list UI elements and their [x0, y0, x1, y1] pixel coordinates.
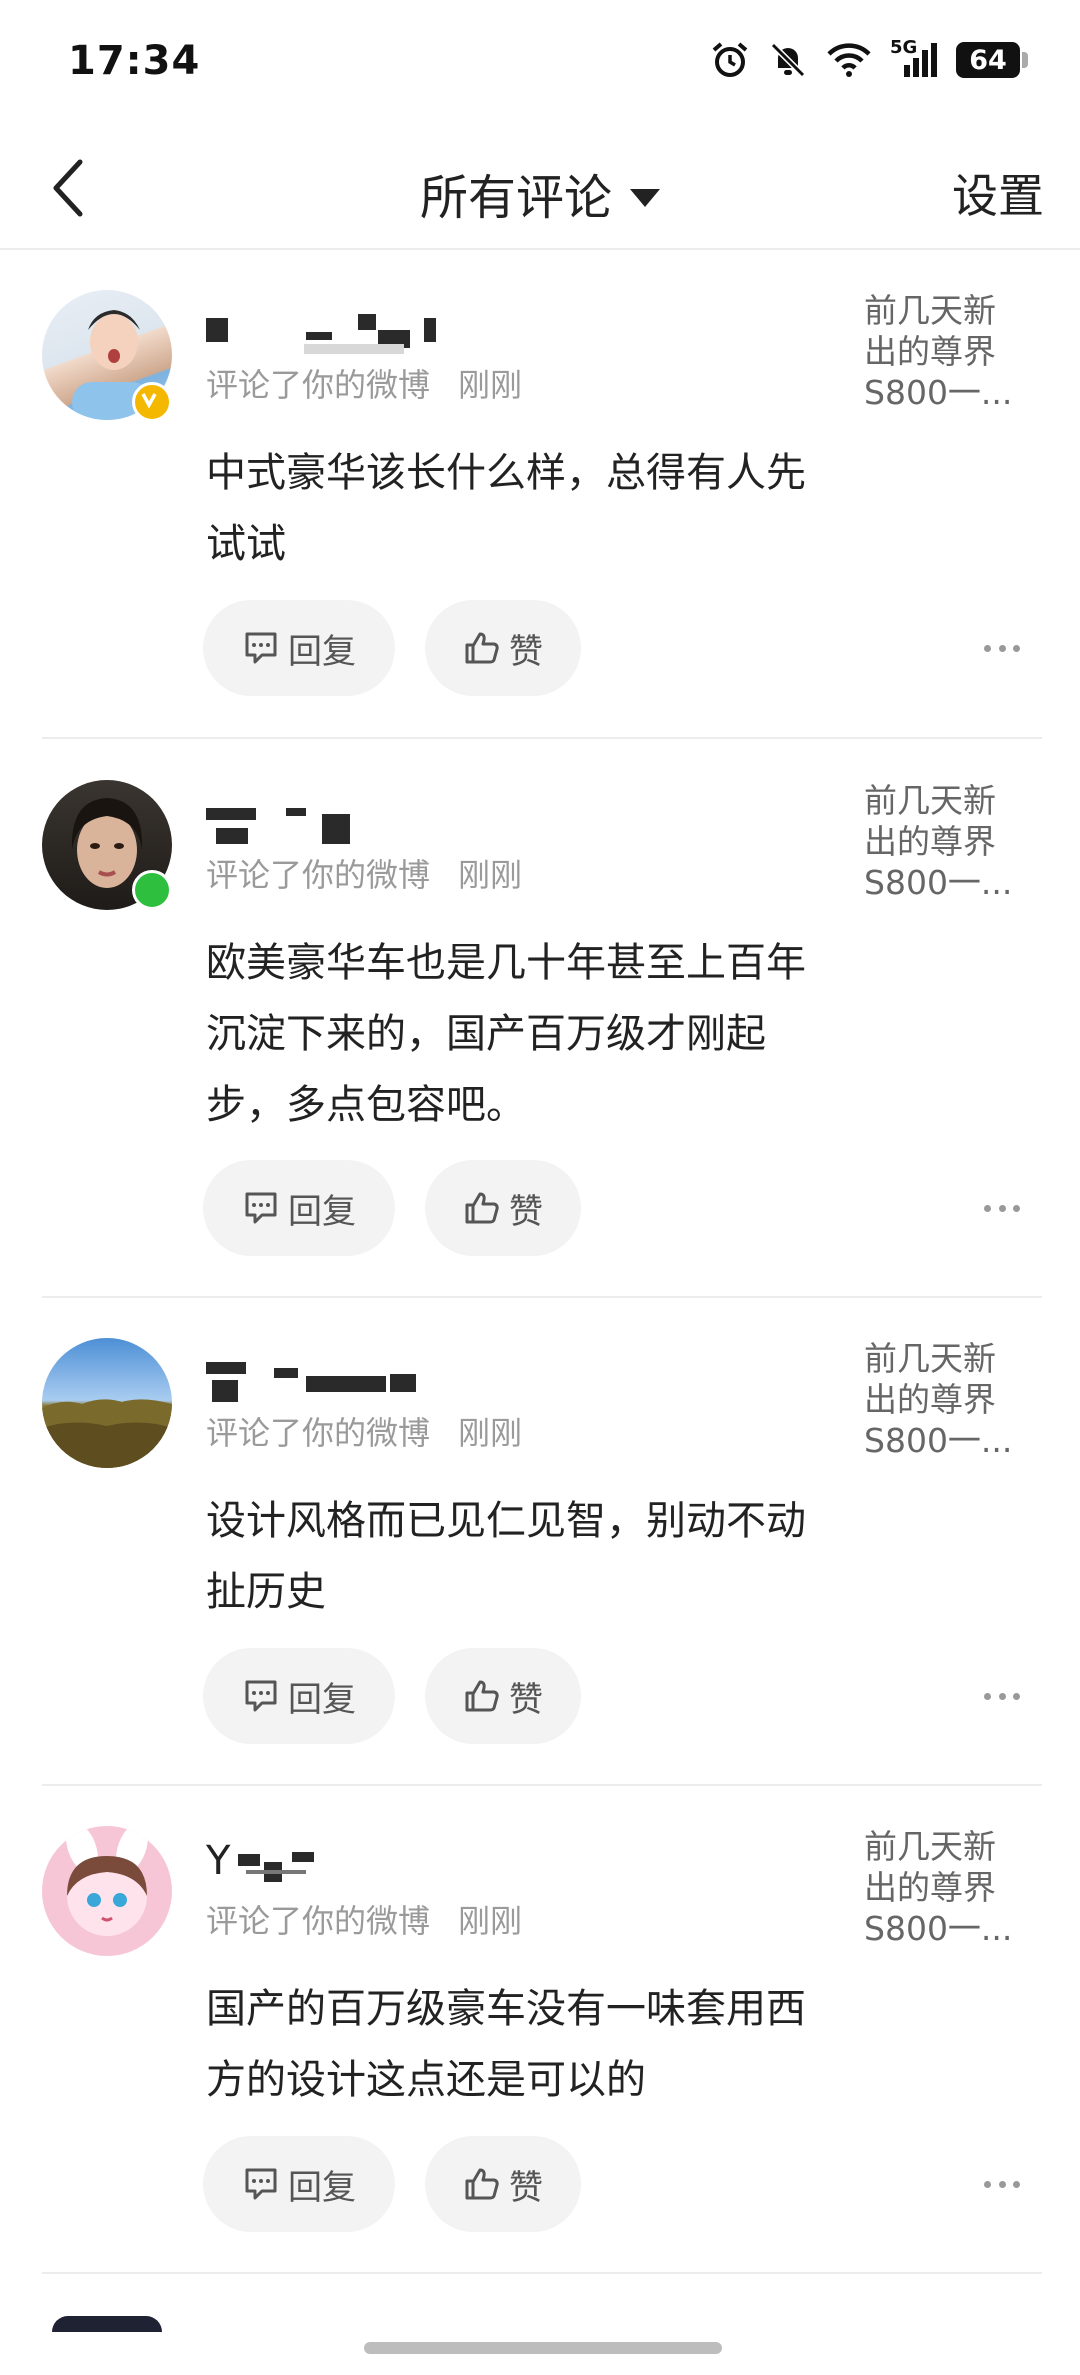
- status-bar: 17:34 5G 64: [0, 0, 1080, 130]
- thumbs-up-icon: [465, 1680, 499, 1712]
- username-text: Y: [206, 1838, 231, 1884]
- reply-label: 回复: [288, 2167, 356, 2208]
- comment-time: 刚刚: [458, 1414, 523, 1452]
- username-redacted[interactable]: [206, 1352, 466, 1402]
- more-options-button[interactable]: [984, 1198, 1020, 1218]
- reply-button[interactable]: 回复: [203, 600, 395, 696]
- comment-filter-dropdown[interactable]: 所有评论: [0, 158, 1080, 228]
- reply-button[interactable]: 回复: [203, 2136, 395, 2232]
- reply-button[interactable]: 回复: [203, 1160, 395, 1256]
- reply-button[interactable]: 回复: [203, 1648, 395, 1744]
- battery-icon: 64: [956, 42, 1028, 78]
- verified-badge-icon: [132, 382, 172, 422]
- more-options-button[interactable]: [984, 2174, 1020, 2194]
- caret-down-icon: [630, 189, 660, 207]
- divider: [42, 1296, 1042, 1298]
- comment-bubble-icon: [245, 1192, 277, 1224]
- divider: [42, 2272, 1042, 2274]
- reply-label: 回复: [288, 1191, 356, 1232]
- post-reference[interactable]: 前几天新出的尊界S800一...: [864, 780, 1024, 903]
- home-indicator[interactable]: [364, 2342, 722, 2354]
- like-button[interactable]: 赞: [425, 1160, 581, 1256]
- avatar[interactable]: [42, 1826, 172, 1956]
- like-button[interactable]: 赞: [425, 1648, 581, 1744]
- alarm-icon: [712, 42, 748, 77]
- comment-action-text: 评论了你的微博: [206, 366, 431, 404]
- like-button[interactable]: 赞: [425, 2136, 581, 2232]
- comment-meta: 评论了你的微博 刚刚: [206, 360, 522, 406]
- post-reference[interactable]: 前几天新出的尊界S800一...: [864, 1338, 1024, 1461]
- online-status-icon: [132, 870, 172, 910]
- like-label: 赞: [509, 1191, 543, 1232]
- settings-button[interactable]: 设置: [952, 160, 1044, 226]
- comment-text: 国产的百万级豪车没有一味套用西方的设计这点还是可以的: [206, 1986, 806, 2103]
- comment-text: 设计风格而已见仁见智，别动不动扯历史: [206, 1498, 806, 1615]
- nav-bar: 所有评论 设置: [0, 130, 1080, 250]
- avatar[interactable]: [52, 2316, 162, 2332]
- comment-action-text: 评论了你的微博: [206, 856, 431, 894]
- comment-bubble-icon: [245, 2168, 277, 2200]
- signal-icon: 5G: [890, 37, 938, 79]
- comment-bubble-icon: [245, 632, 277, 664]
- wifi-icon: [827, 43, 871, 77]
- more-options-button[interactable]: [984, 638, 1020, 658]
- like-label: 赞: [509, 631, 543, 672]
- comment-meta: 评论了你的微博 刚刚: [206, 1896, 522, 1942]
- like-label: 赞: [509, 1679, 543, 1720]
- page-title: 所有评论: [419, 170, 612, 226]
- comment-text: 中式豪华该长什么样，总得有人先试试: [206, 450, 806, 567]
- comment-time: 刚刚: [458, 856, 523, 894]
- username-redacted[interactable]: [206, 794, 466, 844]
- comment-action-text: 评论了你的微博: [206, 1414, 431, 1452]
- comment-meta: 评论了你的微博 刚刚: [206, 850, 522, 896]
- status-time: 17:34: [68, 38, 201, 84]
- more-options-button[interactable]: [984, 1686, 1020, 1706]
- divider: [42, 1784, 1042, 1786]
- avatar[interactable]: [42, 1338, 172, 1468]
- comment-meta: 评论了你的微博 刚刚: [206, 1408, 522, 1454]
- divider: [42, 737, 1042, 739]
- like-button[interactable]: 赞: [425, 600, 581, 696]
- username[interactable]: Y: [206, 1838, 466, 1886]
- comment-time: 刚刚: [458, 366, 523, 404]
- post-reference[interactable]: 前几天新出的尊界S800一...: [864, 1826, 1024, 1949]
- bell-muted-icon: [770, 42, 806, 78]
- username-redacted[interactable]: [206, 304, 466, 354]
- reply-label: 回复: [288, 1679, 356, 1720]
- comment-action-text: 评论了你的微博: [206, 1902, 431, 1940]
- status-icons: 5G 64: [710, 37, 1028, 80]
- like-label: 赞: [509, 2167, 543, 2208]
- thumbs-up-icon: [465, 2168, 499, 2200]
- thumbs-up-icon: [465, 632, 499, 664]
- comment-bubble-icon: [245, 1680, 277, 1712]
- thumbs-up-icon: [465, 1192, 499, 1224]
- post-reference[interactable]: 前几天新出的尊界S800一...: [864, 290, 1024, 413]
- comment-text: 欧美豪华车也是几十年甚至上百年沉淀下来的，国产百万级才刚起步，多点包容吧。: [206, 940, 806, 1128]
- comment-time: 刚刚: [458, 1902, 523, 1940]
- reply-label: 回复: [288, 631, 356, 672]
